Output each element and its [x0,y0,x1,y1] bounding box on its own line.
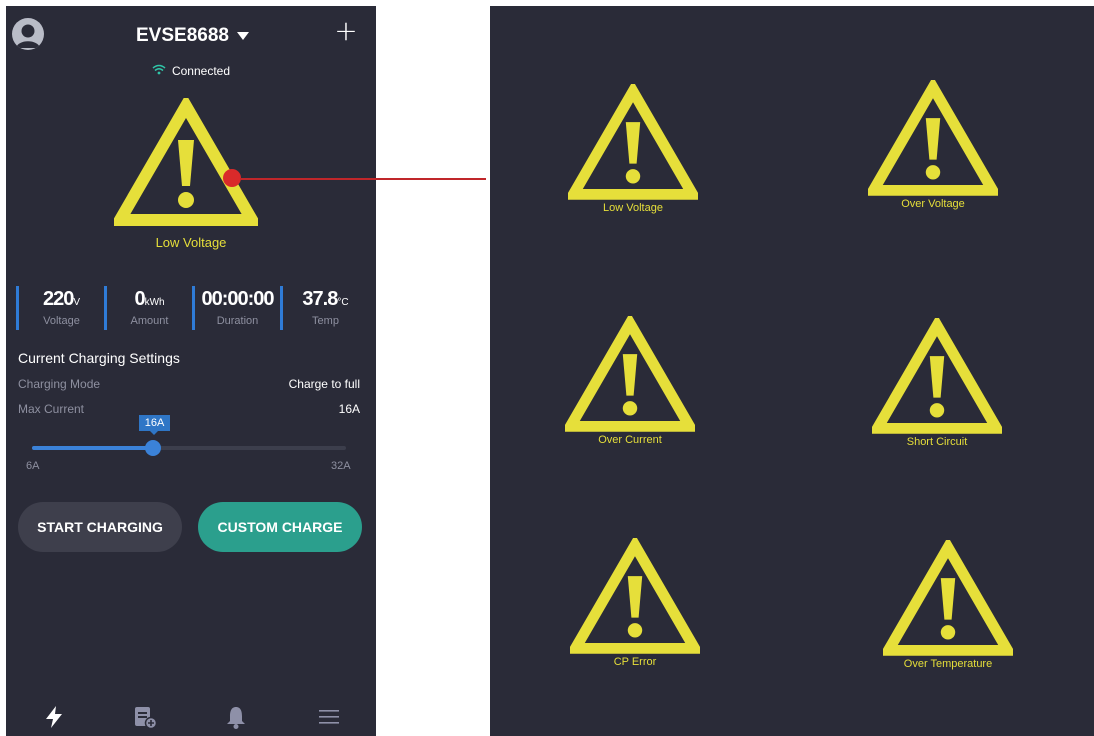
stat-value: 220 [42,288,74,310]
warning-cp-error: CP Error [560,538,710,668]
warning-states-panel: Low Voltage Over Voltage Over Current Sh… [490,6,1094,736]
charger-app-screen: EVSE8688 + Connected Low Voltage 220V Vo… [6,6,376,736]
connection-status: Connected [6,64,376,78]
stat-value: 0 [134,288,145,310]
avatar-icon[interactable] [12,18,44,50]
stat-unit: °C [337,297,349,308]
charging-mode-value: Charge to full [288,377,360,391]
warning-label: Low Voltage [603,202,663,214]
stat-temp: 37.8°C Temp [280,286,368,330]
max-current-row: Max Current 16A [18,402,360,416]
warning-triangle-icon [565,316,695,432]
stat-value: 00:00:00 [201,288,274,310]
charging-mode-row[interactable]: Charging Mode Charge to full [18,377,360,391]
caret-down-icon [236,32,249,40]
top-bar: EVSE8688 + [6,6,376,66]
max-current-value: 16A [338,402,360,416]
slider-fill [32,446,153,450]
stat-amount: 0kWh Amount [104,286,192,330]
stat-label: Amount [130,315,169,327]
slider-thumb[interactable] [144,440,161,456]
warning-over-current: Over Current [555,316,705,446]
device-selector[interactable]: EVSE8688 [136,24,249,48]
stat-value: 37.8 [302,288,338,310]
stat-label: Temp [312,315,339,327]
device-name: EVSE8688 [136,25,229,46]
lightning-icon[interactable] [41,704,67,730]
slider-tooltip: 16A [138,415,171,435]
callout-line [240,178,486,180]
warning-label: Over Temperature [903,658,993,670]
stats-row: 220V Voltage 0kWh Amount 00:00:00 Durati… [16,286,368,330]
warning-triangle-icon [570,538,700,654]
warning-label: CP Error [613,656,657,668]
warning-over-voltage: Over Voltage [858,80,1008,210]
callout-dot [223,169,241,187]
start-charging-button[interactable]: START CHARGING [18,502,182,552]
stat-label: Voltage [43,315,80,327]
alert-label: Low Voltage [155,235,227,250]
warning-label: Over Voltage [901,198,965,210]
stat-label: Duration [216,315,259,327]
connection-text: Connected [171,64,231,78]
warning-triangle-icon [872,318,1002,434]
add-device-button[interactable]: + [334,17,358,45]
slider-max-label: 32A [331,460,351,472]
warning-label: Short Circuit [906,436,968,448]
stat-unit: V [73,297,81,308]
stat-unit: kWh [144,297,165,308]
warning-triangle-icon [568,84,698,200]
bottom-tab-bar [6,696,376,736]
stat-duration: 00:00:00 Duration [192,286,280,330]
warning-over-temperature: Over Temperature [873,540,1023,670]
stat-voltage: 220V Voltage [16,286,104,330]
warning-triangle-icon [114,98,258,226]
custom-charge-button[interactable]: CUSTOM CHARGE [198,502,362,552]
warning-triangle-icon [883,540,1013,656]
records-icon[interactable] [132,704,158,730]
settings-title: Current Charging Settings [18,350,180,366]
warning-low-voltage: Low Voltage [558,84,708,214]
warning-short-circuit: Short Circuit [862,318,1012,448]
warning-label: Over Current [598,434,662,446]
slider-min-label: 6A [26,460,40,472]
max-current-label: Max Current [18,402,85,416]
menu-icon[interactable] [316,704,342,730]
max-current-slider[interactable]: 16A [32,415,346,456]
warning-triangle-icon [868,80,998,196]
bell-icon[interactable] [223,704,249,730]
wifi-icon [152,64,166,78]
charging-mode-label: Charging Mode [18,377,101,391]
